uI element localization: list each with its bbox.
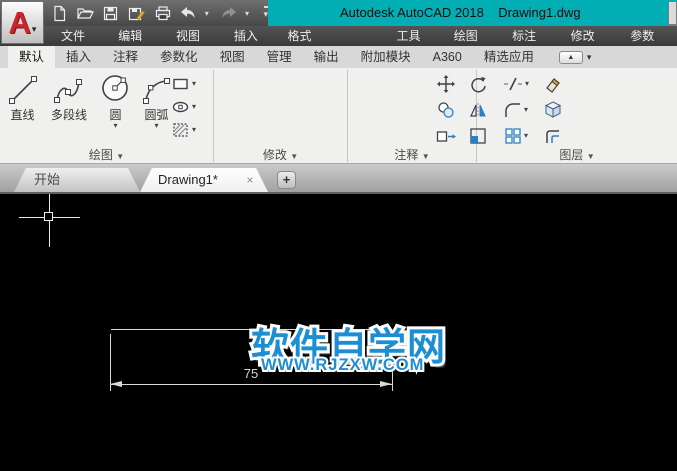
- save-icon: [102, 5, 119, 22]
- file-tab-start[interactable]: 开始: [14, 168, 140, 192]
- drawing-canvas[interactable]: 75 软件自学网 软件自学网 WWW.RJZXW.COM WWW.RJZXW.C…: [0, 194, 677, 471]
- ribbon-tab-home[interactable]: 默认: [8, 46, 55, 68]
- undo-icon: [179, 5, 197, 21]
- ribbon-tab-addins[interactable]: 附加模块: [350, 46, 422, 68]
- arc-button[interactable]: 圆弧 ▾: [136, 72, 177, 130]
- circle-icon: [98, 72, 134, 108]
- line-button[interactable]: 直线: [2, 72, 43, 130]
- title-bar: Autodesk AutoCAD 2018 Drawing1.dwg: [0, 0, 677, 26]
- crosshair-pickbox: [44, 212, 53, 221]
- annotate-panel-footer[interactable]: 注释 ▼: [348, 147, 476, 163]
- ribbon-collapse-button[interactable]: ▲ ▾: [559, 46, 592, 68]
- menu-file[interactable]: 文件(F): [50, 26, 107, 46]
- redo-icon: [220, 5, 238, 21]
- dimension-line[interactable]: [110, 384, 393, 385]
- layers-panel: 图层 特性 0: [477, 68, 677, 164]
- redo-dropdown[interactable]: [245, 3, 253, 23]
- autocad-logo-icon: A: [9, 7, 31, 38]
- plot-button[interactable]: [153, 3, 172, 23]
- draw-panel: 直线 多段线 圆 ▾: [0, 68, 213, 164]
- chevron-down-icon[interactable]: ▾: [113, 122, 117, 130]
- menu-tools[interactable]: 工具(T): [386, 26, 443, 46]
- chevron-down-icon: ▾: [587, 52, 592, 63]
- chevron-down-icon: ▼: [290, 152, 298, 161]
- chevron-down-icon: ▾: [192, 126, 196, 134]
- chevron-down-icon: ▾: [192, 103, 196, 111]
- hatch-icon: [172, 122, 190, 138]
- menu-draw[interactable]: 绘图(D): [443, 26, 501, 46]
- draw-panel-footer[interactable]: 绘图 ▼: [0, 147, 213, 163]
- new-file-button[interactable]: [50, 3, 69, 23]
- line-icon: [5, 72, 41, 108]
- ribbon-tab-a360[interactable]: A360: [422, 46, 473, 68]
- application-menu-button[interactable]: A ▾: [1, 1, 44, 44]
- menu-format[interactable]: 格式(O): [277, 26, 336, 46]
- chevron-down-icon: ▼: [422, 152, 430, 161]
- ribbon-tab-annotate[interactable]: 注释: [102, 46, 149, 68]
- ribbon-tab-insert[interactable]: 插入: [55, 46, 102, 68]
- annotate-panel: A 文字 ▾ 标注: [348, 68, 476, 164]
- rectangle-button[interactable]: ▾: [172, 76, 196, 92]
- ribbon-tab-bar: 默认 插入 注释 参数化 视图 管理 输出 附加模块 A360 精选应用 ▲ ▾: [0, 46, 677, 68]
- ellipse-icon: [172, 99, 190, 115]
- ribbon-tab-view[interactable]: 视图: [209, 46, 256, 68]
- menu-edit[interactable]: 编辑(E): [107, 26, 165, 46]
- chevron-down-icon[interactable]: ▾: [154, 122, 158, 130]
- new-tab-button[interactable]: +: [277, 171, 296, 189]
- undo-button[interactable]: [179, 3, 198, 23]
- ribbon-tab-featured-apps[interactable]: 精选应用: [473, 46, 545, 68]
- close-tab-icon[interactable]: ×: [240, 168, 260, 192]
- open-folder-icon: [76, 5, 94, 22]
- dimension-arrow-left: [110, 381, 122, 387]
- panel-collapse-icon: ▲: [559, 51, 583, 64]
- ribbon-tab-manage[interactable]: 管理: [256, 46, 303, 68]
- save-as-button[interactable]: [127, 3, 146, 23]
- customize-qat-button[interactable]: [264, 6, 269, 20]
- new-file-icon: [51, 5, 68, 22]
- modify-panel: ▾: [214, 68, 347, 164]
- circle-button[interactable]: 圆 ▾: [95, 72, 136, 130]
- menu-view[interactable]: 视图(V): [165, 26, 223, 46]
- chevron-down-icon: ▼: [587, 152, 595, 161]
- ellipse-button[interactable]: ▾: [172, 99, 196, 115]
- polyline-button[interactable]: 多段线: [43, 72, 95, 130]
- hatch-button[interactable]: ▾: [172, 122, 196, 138]
- chevron-down-icon: ▾: [32, 24, 37, 35]
- ribbon: 直线 多段线 圆 ▾: [0, 68, 677, 164]
- save-as-icon: [128, 5, 146, 22]
- rectangle-icon: [172, 76, 190, 92]
- redo-button[interactable]: [219, 3, 238, 23]
- dimension-arrow-right: [380, 381, 392, 387]
- modify-panel-footer[interactable]: 修改 ▼: [214, 147, 347, 163]
- chevron-down-icon: ▾: [192, 80, 196, 88]
- ribbon-tab-output[interactable]: 输出: [303, 46, 350, 68]
- layers-panel-footer[interactable]: 图层 ▼: [477, 147, 677, 163]
- ribbon-tab-parametric[interactable]: 参数化: [149, 46, 209, 68]
- menu-dimension[interactable]: 标注(N): [501, 26, 559, 46]
- menu-bar: 文件(F) 编辑(E) 视图(V) 插入(I) 格式(O) 工具(T) 绘图(D…: [0, 26, 677, 46]
- menu-parametric[interactable]: 参数(P): [619, 26, 677, 46]
- file-tab-bar: 开始 Drawing1* × +: [0, 164, 677, 194]
- menu-modify[interactable]: 修改(M): [560, 26, 620, 46]
- window-title: Autodesk AutoCAD 2018 Drawing1.dwg: [340, 0, 581, 26]
- open-file-button[interactable]: [76, 3, 95, 23]
- infocenter-cutoff: [668, 1, 677, 25]
- polyline-icon: [51, 72, 87, 108]
- watermark-url: WWW.RJZXW.COM: [261, 356, 424, 375]
- chevron-down-icon: ▼: [116, 152, 124, 161]
- menu-insert[interactable]: 插入(I): [223, 26, 277, 46]
- printer-icon: [154, 5, 172, 22]
- save-button[interactable]: [102, 3, 121, 23]
- arc-icon: [139, 72, 175, 108]
- undo-dropdown[interactable]: [205, 3, 213, 23]
